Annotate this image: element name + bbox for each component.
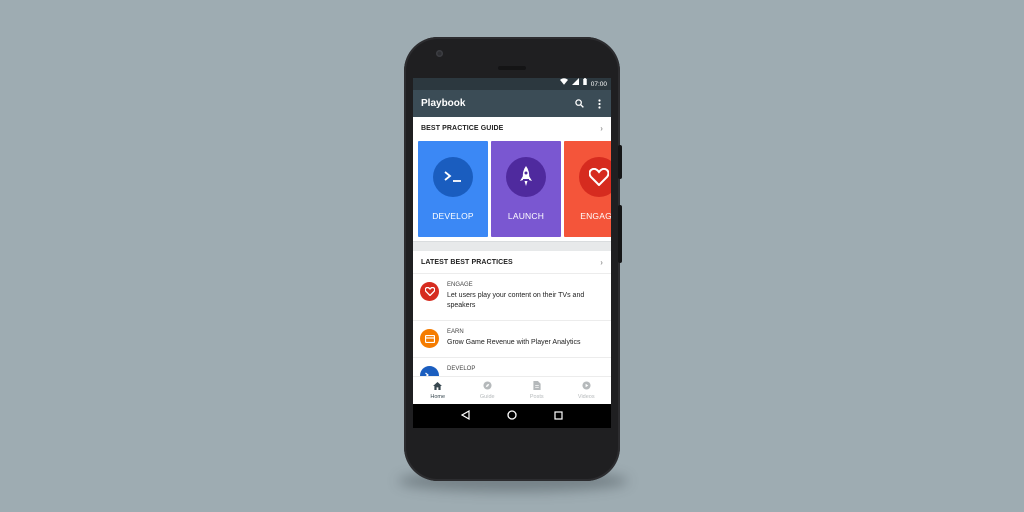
bottom-navigation: Home Guide Posts Videos — [413, 376, 611, 404]
app-bar: Playbook — [413, 90, 611, 117]
phone-screen: 07:00 Playbook BEST PRACTICE GUIDE › DEV… — [413, 78, 611, 404]
front-camera — [436, 50, 443, 57]
guide-card-develop[interactable]: DEVELOP — [418, 141, 488, 237]
status-time: 07:00 — [590, 80, 607, 88]
item-category: DEVELOP — [447, 366, 476, 372]
power-button — [618, 145, 622, 179]
nav-posts[interactable]: Posts — [512, 377, 562, 404]
wallet-icon — [420, 329, 439, 348]
chevron-right-icon: › — [600, 123, 603, 133]
card-label: LAUNCH — [507, 211, 545, 221]
nav-guide[interactable]: Guide — [463, 377, 513, 404]
status-bar: 07:00 — [413, 78, 611, 90]
back-icon[interactable] — [461, 407, 470, 425]
system-navigation-bar — [413, 404, 611, 428]
nav-label: Home — [430, 393, 446, 400]
battery-icon — [582, 78, 587, 90]
section-title: BEST PRACTICE GUIDE — [421, 124, 504, 132]
guide-card-launch[interactable]: LAUNCH — [491, 141, 561, 237]
practice-item-earn[interactable]: EARN Grow Game Revenue with Player Analy… — [413, 321, 611, 358]
home-circle-icon[interactable] — [507, 407, 517, 425]
nav-videos[interactable]: Videos — [562, 377, 612, 404]
guide-card-engage[interactable]: ENGAGE — [564, 141, 611, 237]
nav-label: Posts — [529, 394, 544, 400]
guide-card-carousel[interactable]: DEVELOP LAUNCH ENGAGE — [413, 139, 611, 241]
section-divider — [413, 241, 611, 251]
nav-home[interactable]: Home — [413, 377, 463, 404]
card-label: DEVELOP — [432, 211, 474, 221]
heart-icon — [579, 157, 611, 197]
more-vert-icon[interactable] — [591, 98, 607, 109]
app-title: Playbook — [421, 98, 466, 109]
terminal-icon — [433, 157, 473, 197]
item-category: ENGAGE — [447, 282, 473, 288]
nav-label: Videos — [577, 394, 595, 400]
item-title: Grow Game Revenue with Player Analytics — [447, 339, 581, 346]
recents-icon[interactable] — [554, 407, 563, 425]
section-title: LATEST BEST PRACTICES — [421, 258, 513, 266]
phone-frame: 07:00 Playbook BEST PRACTICE GUIDE › DEV… — [404, 37, 622, 481]
card-label: ENGAGE — [580, 211, 611, 221]
item-title: Let users play your content on their TVs… — [447, 292, 585, 309]
volume-button — [618, 205, 622, 263]
nav-label: Guide — [479, 394, 495, 400]
chevron-right-icon: › — [600, 257, 603, 267]
wifi-icon — [559, 78, 568, 90]
signal-icon — [571, 78, 579, 90]
document-icon — [533, 381, 541, 392]
best-practice-guide-header[interactable]: BEST PRACTICE GUIDE › — [413, 117, 611, 139]
rocket-icon — [506, 157, 546, 197]
earpiece-speaker — [498, 66, 526, 70]
play-circle-icon — [582, 381, 591, 392]
compass-icon — [483, 381, 492, 392]
item-category: EARN — [447, 329, 464, 335]
home-icon — [433, 381, 443, 392]
heart-icon — [420, 282, 439, 301]
search-icon[interactable] — [571, 99, 587, 108]
practice-item-engage[interactable]: ENGAGE Let users play your content on th… — [413, 274, 611, 321]
latest-best-practices-header[interactable]: LATEST BEST PRACTICES › — [413, 251, 611, 274]
